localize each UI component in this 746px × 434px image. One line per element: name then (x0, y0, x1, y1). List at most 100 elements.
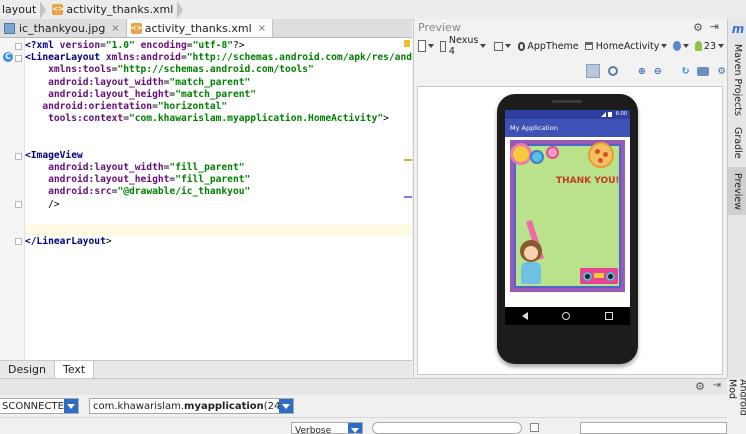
chevron-down-icon[interactable] (348, 423, 362, 434)
tab-label: Gradle (732, 127, 743, 159)
flower-decoration (548, 148, 557, 157)
zoom-fit-icon[interactable] (586, 64, 600, 78)
class-gutter-icon[interactable]: C (3, 52, 13, 62)
current-line-highlight (25, 224, 412, 236)
tab-label: Android Mod (727, 379, 746, 431)
zoom-actual-icon[interactable] (608, 66, 618, 76)
theme-icon (518, 42, 526, 51)
card-text: THANK YOU! (556, 176, 620, 186)
dropdown-arrow-icon (661, 44, 667, 48)
navigation-bar (505, 307, 630, 325)
screenshot-camera-icon[interactable] (697, 67, 709, 76)
tab-label: Maven Projects (732, 44, 743, 116)
layout-file-icon[interactable] (418, 40, 426, 52)
status-bar: 6:00 (505, 110, 630, 119)
code-line: tools:context="com.khawarislam.myapplica… (25, 113, 389, 125)
tab-android-monitor[interactable]: Android Mod (728, 379, 746, 431)
refresh-icon[interactable]: ↻ (682, 66, 690, 77)
image-file-icon (4, 23, 15, 34)
warning-marker-icon[interactable] (404, 159, 412, 161)
device-selector[interactable]: Nexus 4 (449, 35, 478, 57)
tab-maven-projects[interactable]: Maven Projects (728, 41, 746, 119)
panel-settings-gear-icon[interactable]: ⚙ (695, 380, 705, 393)
dropdown-arrow-icon (428, 44, 434, 48)
usage-marker-icon[interactable] (404, 196, 412, 198)
error-stripe (402, 38, 412, 360)
flower-decoration (513, 146, 529, 162)
fold-marker-icon[interactable] (15, 238, 22, 245)
gear-icon[interactable]: ⚙ (693, 21, 703, 34)
code-editor[interactable]: <?xml version="1.0" encoding="utf-8"?> <… (25, 38, 412, 360)
theme-selector[interactable]: AppTheme (527, 41, 578, 52)
log-level-dropdown[interactable]: Verbose (291, 422, 363, 434)
breadcrumb-label: layout (2, 3, 36, 16)
code-line: android:layout_height="match_parent" (25, 89, 256, 101)
filter-dropdown[interactable] (580, 422, 727, 434)
recents-icon (605, 312, 613, 320)
orientation-icon[interactable] (494, 42, 504, 51)
chevron-down-icon[interactable] (279, 399, 293, 413)
code-line: /> (25, 199, 60, 211)
process-name: myapplication (184, 401, 264, 412)
fold-marker-icon[interactable] (15, 153, 22, 160)
tab-design[interactable]: Design (0, 361, 55, 379)
tab-preview[interactable]: Preview (728, 167, 746, 215)
process-package: com.khawarislam. (93, 401, 184, 412)
code-line: <LinearLayout xmlns:android="http://sche… (25, 52, 441, 64)
tab-ic-thankyou[interactable]: ic_thankyou.jpg × (0, 19, 127, 37)
home-icon (562, 312, 570, 320)
code-line: </LinearLayout> (25, 236, 112, 248)
breadcrumb: layout <>activity_thanks.xml (0, 0, 746, 20)
code-line: <?xml version="1.0" encoding="utf-8"?> (25, 40, 245, 52)
app-title: My Application (510, 119, 558, 137)
activity-selector[interactable]: HomeActivity (596, 41, 660, 52)
flower-decoration (532, 152, 542, 162)
chevron-down-icon[interactable] (64, 399, 78, 413)
back-icon (522, 312, 528, 320)
close-icon[interactable]: × (111, 23, 119, 34)
preview-canvas[interactable]: 6:00 My Application (417, 86, 723, 375)
api-level-selector[interactable]: 23 (704, 41, 716, 52)
fold-marker-icon[interactable] (15, 55, 22, 62)
process-dropdown[interactable]: com.khawarislam.myapplication (2414) [DE… (89, 398, 294, 414)
pizza-decoration (588, 142, 614, 168)
android-api-icon (695, 41, 702, 51)
xml-file-icon: <> (52, 4, 63, 15)
action-bar: My Application (505, 119, 630, 137)
dropdown-arrow-icon (718, 44, 724, 48)
tab-text[interactable]: Text (55, 361, 94, 379)
signal-icon (601, 112, 606, 117)
locale-globe-icon[interactable] (673, 41, 681, 51)
breadcrumb-item-layout[interactable]: layout (0, 0, 40, 19)
tab-label: activity_thanks.xml (145, 22, 252, 35)
logcat-filter-row: Verbose (0, 417, 727, 432)
breadcrumb-item-file[interactable]: <>activity_thanks.xml (50, 0, 177, 19)
dropdown-arrow-icon (683, 44, 689, 48)
code-line: android:layout_height="fill_parent" (25, 174, 250, 186)
hide-panel-icon[interactable]: ⇥ (713, 380, 721, 391)
hide-panel-icon[interactable]: ⇥ (710, 20, 719, 33)
fold-marker-icon[interactable] (15, 201, 22, 208)
phone-device-frame: 6:00 My Application (497, 94, 638, 364)
tab-gradle[interactable]: Gradle (728, 121, 746, 165)
activity-icon (585, 42, 593, 50)
tab-label: ic_thankyou.jpg (19, 22, 105, 35)
warning-marker-icon[interactable] (404, 40, 410, 47)
zoom-out-icon[interactable]: ⊖ (654, 66, 662, 77)
preview-panel: Preview ⚙ ⇥ Nexus 4 AppTheme HomeActivit… (413, 19, 727, 378)
dropdown-arrow-icon (480, 44, 486, 48)
fold-marker-icon[interactable] (15, 43, 22, 50)
battery-icon (608, 112, 612, 117)
log-level-value: Verbose (292, 426, 331, 434)
boombox-decoration (580, 268, 618, 284)
code-line: android:layout_width="match_parent" (25, 77, 250, 89)
code-line: android:src="@drawable/ic_thankyou" (25, 186, 250, 198)
zoom-in-icon[interactable]: ⊕ (638, 66, 646, 77)
editor-mode-tabs: Design Text (0, 360, 412, 379)
preview-settings-gear-icon[interactable]: ⚙ (717, 66, 726, 77)
tab-activity-thanks[interactable]: <> activity_thanks.xml × (127, 19, 273, 37)
log-search-input[interactable] (372, 422, 522, 434)
device-dropdown[interactable]: SCONNECTED] (0, 398, 79, 414)
close-icon[interactable]: × (258, 23, 266, 34)
editor-gutter (0, 38, 25, 360)
